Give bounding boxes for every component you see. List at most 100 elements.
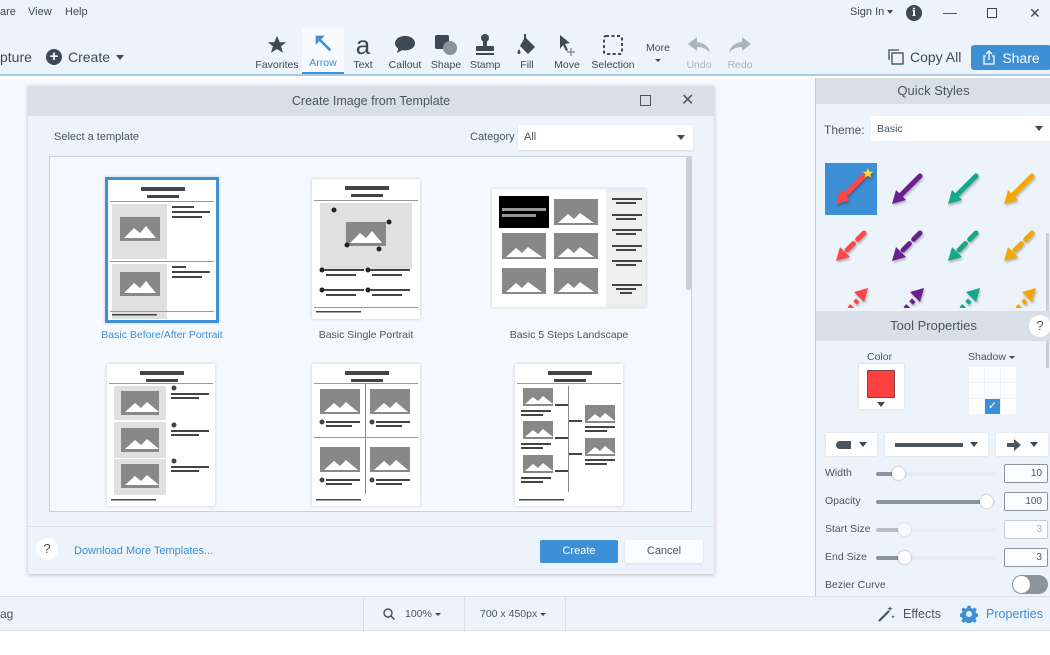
- copy-all-button[interactable]: Copy All: [888, 49, 961, 65]
- shadow-cell-selected[interactable]: ✓: [985, 399, 1000, 414]
- theme-select[interactable]: Basic: [871, 116, 1050, 141]
- bezier-curve-toggle[interactable]: [1012, 575, 1048, 594]
- restore-button[interactable]: [987, 8, 997, 18]
- menu-share[interactable]: are: [0, 6, 16, 18]
- shadow-cell[interactable]: [1001, 367, 1016, 382]
- shadow-cell[interactable]: [985, 367, 1000, 382]
- color-picker[interactable]: [859, 364, 904, 409]
- slider-handle[interactable]: [897, 551, 911, 564]
- tool-favorites[interactable]: Favorites: [254, 28, 300, 74]
- effects-button[interactable]: Effects: [877, 605, 941, 623]
- tool-callout[interactable]: Callout: [384, 28, 426, 74]
- zoom-select[interactable]: 100%: [383, 608, 441, 620]
- share-button[interactable]: Share: [971, 45, 1050, 70]
- template-preview: [314, 186, 418, 313]
- quick-style-dashed-arrow[interactable]: [993, 220, 1045, 272]
- maximize-button[interactable]: [640, 95, 651, 106]
- quick-style-dotted-arrow[interactable]: [937, 277, 989, 308]
- info-icon[interactable]: i: [906, 5, 922, 21]
- help-button[interactable]: ?: [36, 538, 58, 560]
- capture-button[interactable]: pture: [0, 49, 32, 65]
- arrow-style-icon: [1014, 288, 1036, 308]
- more-button[interactable]: More: [646, 42, 670, 66]
- tool-fill[interactable]: Fill: [512, 28, 542, 74]
- shadow-cell[interactable]: [969, 367, 984, 382]
- template-preview: [499, 189, 646, 307]
- undo-button[interactable]: Undo: [681, 28, 717, 74]
- opacity-input[interactable]: 100: [1004, 492, 1048, 511]
- template-label[interactable]: Basic Before/After Portrait: [62, 329, 262, 341]
- properties-button[interactable]: Properties: [960, 605, 1043, 623]
- tool-shape[interactable]: Shape: [428, 28, 464, 74]
- quick-style-dotted-arrow[interactable]: [881, 277, 933, 308]
- menu-view[interactable]: View: [28, 6, 52, 18]
- tool-move[interactable]: Move: [552, 28, 582, 74]
- start-size-label: Start Size: [825, 523, 871, 535]
- shadow-cell[interactable]: [1001, 399, 1016, 414]
- quick-style-dashed-arrow[interactable]: [825, 220, 877, 272]
- slider-handle[interactable]: [897, 523, 911, 536]
- redo-button[interactable]: Redo: [722, 28, 758, 74]
- select-template-label: Select a template: [54, 131, 139, 143]
- arrow-style-icon: [1004, 230, 1035, 261]
- category-label: Category: [470, 131, 515, 143]
- quick-style-dashed-arrow[interactable]: [881, 220, 933, 272]
- close-button[interactable]: ✕: [1029, 5, 1041, 22]
- divider: [464, 597, 465, 632]
- create-button[interactable]: + Create: [46, 49, 125, 65]
- template-thumb-single-portrait[interactable]: [312, 179, 420, 319]
- category-select[interactable]: All: [518, 125, 693, 150]
- tool-stamp[interactable]: Stamp: [467, 28, 503, 74]
- download-more-templates-link[interactable]: Download More Templates...: [74, 545, 213, 557]
- quick-styles-scrollbar[interactable]: [1046, 233, 1049, 368]
- shadow-cell[interactable]: [985, 383, 1000, 398]
- magic-wand-icon: [878, 606, 895, 622]
- shadow-cell[interactable]: [969, 383, 984, 398]
- quick-style-dotted-arrow[interactable]: [993, 277, 1045, 308]
- opacity-slider[interactable]: [876, 495, 996, 508]
- slider-handle[interactable]: [980, 495, 994, 508]
- start-size-slider[interactable]: [876, 523, 996, 536]
- gallery-scrollbar[interactable]: [686, 157, 691, 290]
- quick-style-solid-arrow[interactable]: [825, 163, 877, 215]
- slider-handle[interactable]: [892, 467, 906, 480]
- tool-text[interactable]: a Text: [348, 28, 378, 74]
- width-input[interactable]: 10: [1004, 464, 1048, 483]
- cancel-button[interactable]: Cancel: [625, 540, 703, 563]
- template-thumb-5-steps[interactable]: [492, 189, 646, 307]
- quick-style-solid-arrow[interactable]: [993, 163, 1045, 215]
- line-style-select[interactable]: [885, 433, 988, 456]
- quick-style-dashed-arrow[interactable]: [937, 220, 989, 272]
- status-bar: ag 100% 700 x 450px Effects Properties: [0, 596, 1050, 632]
- template-thumb-4-steps-portrait[interactable]: [312, 364, 420, 506]
- quick-style-solid-arrow[interactable]: [881, 163, 933, 215]
- template-thumb-3-steps-portrait[interactable]: [107, 364, 215, 506]
- template-label[interactable]: Basic Single Portrait: [266, 329, 466, 341]
- tool-arrow[interactable]: Arrow: [302, 28, 344, 74]
- help-button[interactable]: ?: [1029, 315, 1050, 337]
- end-size-slider[interactable]: [876, 551, 996, 564]
- shadow-direction-grid[interactable]: ✓: [969, 367, 1016, 414]
- arrow-end-select[interactable]: [996, 433, 1048, 456]
- width-slider[interactable]: [876, 467, 996, 480]
- tool-selection[interactable]: Selection: [589, 28, 637, 74]
- start-size-input[interactable]: 3: [1004, 520, 1048, 539]
- quick-style-dotted-arrow[interactable]: [825, 277, 877, 308]
- divider: [28, 526, 714, 527]
- sign-in-button[interactable]: Sign In: [850, 6, 894, 18]
- template-thumb-timeline[interactable]: [515, 364, 623, 506]
- line-cap-select[interactable]: [826, 433, 877, 456]
- shadow-label[interactable]: Shadow: [968, 351, 1015, 363]
- create-button[interactable]: Create: [540, 540, 618, 563]
- template-thumb-before-after[interactable]: [105, 177, 219, 323]
- menu-help[interactable]: Help: [65, 6, 88, 18]
- end-size-input[interactable]: 3: [1004, 548, 1048, 567]
- canvas-size-select[interactable]: 700 x 450px: [480, 608, 547, 620]
- quick-style-solid-arrow[interactable]: [937, 163, 989, 215]
- shadow-cell[interactable]: [1001, 383, 1016, 398]
- dialog-close-button[interactable]: ✕: [681, 90, 694, 110]
- template-label[interactable]: Basic 5 Steps Landscape: [469, 329, 669, 341]
- minimize-button[interactable]: —: [943, 4, 957, 20]
- bezier-curve-label: Bezier Curve: [825, 579, 886, 591]
- shadow-cell[interactable]: [969, 399, 984, 414]
